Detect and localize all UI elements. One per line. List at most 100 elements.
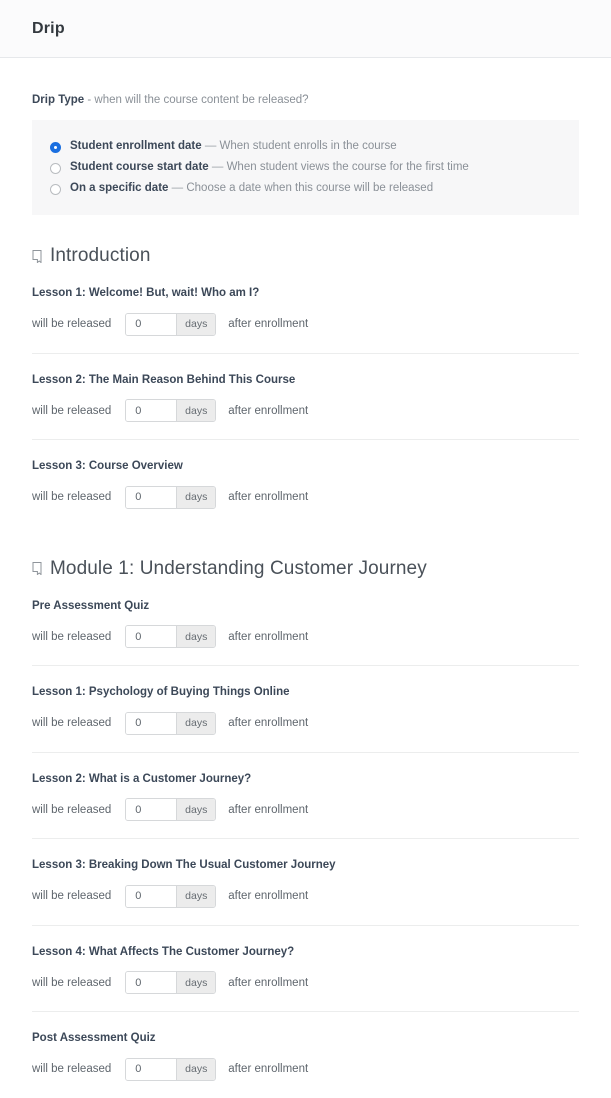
radio-option-description: When student views the course for the fi… [226, 161, 469, 174]
after-enrollment-label: after enrollment [228, 1063, 309, 1076]
days-unit-addon: days [176, 486, 216, 508]
radio-option-title: Student enrollment date [70, 140, 202, 153]
days-input-group[interactable]: days [125, 625, 217, 649]
days-unit-addon: days [176, 885, 216, 907]
drip-delay-row: will be released days after enrollment [32, 625, 579, 649]
lesson-row: Pre Assessment Quiz will be released daysa… [32, 580, 579, 667]
lesson-row: Lesson 3: Course Overview will be release… [32, 440, 579, 526]
days-input[interactable] [126, 486, 177, 508]
drip-delay-row: will be released days after enrollment [32, 971, 579, 995]
will-be-released-label: will be released [32, 976, 112, 989]
lesson-row: Lesson 3: Breaking Down The Usual Custom… [32, 839, 579, 926]
radio-icon-unselected[interactable] [50, 183, 61, 195]
days-input-group[interactable]: days [125, 399, 217, 423]
lesson-title: Lesson 2: What is a Customer Journey? [32, 772, 252, 785]
drip-delay-row: will be released days after enrollment [32, 485, 579, 509]
lesson-row: Lesson 2: What is a Customer Journey? wil… [32, 753, 579, 840]
lesson-row: Lesson 1: Psychology of Buying Things On… [32, 666, 579, 753]
lesson-title: Lesson 3: Breaking Down The Usual Custom… [32, 859, 336, 872]
book-icon [32, 562, 42, 576]
book-icon [32, 249, 42, 263]
page-content: Drip Type - when will the course content… [0, 92, 611, 1098]
days-input[interactable] [126, 1058, 177, 1080]
days-unit-addon: days [176, 400, 216, 422]
days-unit-addon: days [176, 626, 216, 648]
radio-option-text: Student enrollment date — When student e… [70, 141, 397, 153]
after-enrollment-label: after enrollment [228, 717, 309, 730]
days-input-group[interactable]: days [125, 884, 217, 908]
radio-option-dash: — [204, 140, 217, 153]
lesson-row: Lesson 4: What Affects The Customer Jour… [32, 926, 579, 1013]
radio-option-dash: — [211, 161, 224, 174]
drip-type-label-rest: - when will the course content be releas… [84, 94, 309, 106]
drip-delay-row: will be released days after enrollment [32, 399, 579, 423]
lesson-title: Lesson 4: What Affects The Customer Jour… [32, 945, 295, 958]
will-be-released-label: will be released [32, 318, 112, 331]
lesson-title: Post Assessment Quiz [32, 1032, 156, 1045]
section-header: Module 1: Understanding Customer Journey [32, 558, 579, 580]
will-be-released-label: will be released [32, 630, 112, 643]
drip-delay-row: will be released days after enrollment [32, 711, 579, 735]
radio-option-student-enrollment-date[interactable]: Student enrollment date — When student e… [50, 137, 561, 157]
after-enrollment-label: after enrollment [228, 976, 309, 989]
days-input-group[interactable]: days [125, 1057, 217, 1081]
radio-option-title: On a specific date [70, 182, 169, 195]
days-input-group[interactable]: days [125, 711, 217, 735]
drip-type-options-panel: Student enrollment date — When student e… [32, 120, 579, 216]
after-enrollment-label: after enrollment [228, 404, 309, 417]
radio-option-dash: — [171, 182, 184, 195]
after-enrollment-label: after enrollment [228, 318, 309, 331]
drip-type-label: Drip Type - when will the course content… [32, 92, 579, 108]
days-input[interactable] [126, 712, 177, 734]
will-be-released-label: will be released [32, 491, 112, 504]
lesson-title: Pre Assessment Quiz [32, 599, 150, 612]
drip-type-label-bold: Drip Type [32, 94, 85, 106]
lesson-row: Lesson 2: The Main Reason Behind This Co… [32, 354, 579, 441]
app-header: Drip [0, 0, 611, 58]
after-enrollment-label: after enrollment [228, 630, 309, 643]
radio-icon-selected[interactable] [50, 141, 61, 153]
days-unit-addon: days [176, 972, 216, 994]
days-input[interactable] [126, 799, 177, 821]
days-input-group[interactable]: days [125, 485, 217, 509]
lesson-row: Post Assessment Quiz will be released days… [32, 1012, 579, 1098]
days-input[interactable] [126, 626, 177, 648]
drip-delay-row: will be released days after enrollment [32, 884, 579, 908]
days-input[interactable] [126, 313, 177, 335]
lesson-row: Lesson 1: Welcome! But, wait! Who am I? w… [32, 267, 579, 354]
radio-option-student-course-start-date[interactable]: Student course start date — When student… [50, 158, 561, 178]
radio-option-title: Student course start date [70, 161, 209, 174]
drip-delay-row: will be released days after enrollment [32, 312, 579, 336]
lesson-title: Lesson 1: Welcome! But, wait! Who am I? [32, 287, 260, 300]
will-be-released-label: will be released [32, 1063, 112, 1076]
days-unit-addon: days [176, 799, 216, 821]
section-header: Introduction [32, 245, 579, 267]
radio-option-text: Student course start date — When student… [70, 162, 469, 174]
course-sections: Introduction Lesson 1: Welcome! But, wait… [32, 245, 579, 1098]
course-section: Module 1: Understanding Customer Journey… [32, 558, 579, 1098]
course-section: Introduction Lesson 1: Welcome! But, wait… [32, 245, 579, 526]
days-input-group[interactable]: days [125, 312, 217, 336]
days-input-group[interactable]: days [125, 798, 217, 822]
lesson-title: Lesson 2: The Main Reason Behind This Co… [32, 373, 296, 386]
days-input[interactable] [126, 972, 177, 994]
days-input-group[interactable]: days [125, 971, 217, 995]
days-unit-addon: days [176, 712, 216, 734]
days-input[interactable] [126, 885, 177, 907]
radio-option-description: When student enrolls in the course [219, 140, 397, 153]
days-unit-addon: days [176, 1058, 216, 1080]
after-enrollment-label: after enrollment [228, 491, 309, 504]
radio-option-description: Choose a date when this course will be r… [186, 182, 434, 195]
days-input[interactable] [126, 400, 177, 422]
will-be-released-label: will be released [32, 890, 112, 903]
will-be-released-label: will be released [32, 803, 112, 816]
lesson-title: Lesson 1: Psychology of Buying Things On… [32, 686, 290, 699]
will-be-released-label: will be released [32, 404, 112, 417]
days-unit-addon: days [176, 313, 216, 335]
drip-delay-row: will be released days after enrollment [32, 1057, 579, 1081]
radio-option-text: On a specific date — Choose a date when … [70, 183, 433, 195]
radio-icon-unselected[interactable] [50, 162, 61, 174]
drip-delay-row: will be released days after enrollment [32, 798, 579, 822]
lesson-title: Lesson 3: Course Overview [32, 460, 183, 473]
radio-option-on-a-specific-date[interactable]: On a specific date — Choose a date when … [50, 179, 561, 199]
